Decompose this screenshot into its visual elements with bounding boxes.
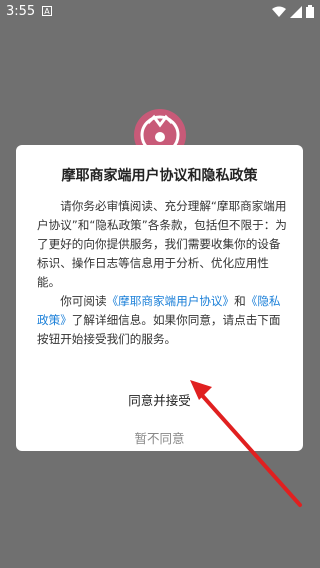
dialog-body: 请你务必审慎阅读、充分理解“摩耶商家端用户协议”和“隐私政策”各条款，包括但不限… [37,197,287,349]
user-agreement-link[interactable]: 《摩耶商家端用户协议》 [107,294,235,308]
a-icon: A [42,6,52,16]
status-bar: 3:55 A [0,0,320,24]
para2-and: 和 [234,294,246,308]
para2-prefix: 你可阅读 [60,294,107,308]
dialog-paragraph-1: 请你务必审慎阅读、充分理解“摩耶商家端用户协议”和“隐私政策”各条款，包括但不限… [37,199,287,289]
dialog-paragraph-2: 你可阅读《摩耶商家端用户协议》和《隐私政策》了解详细信息。如果你同意，请点击下面… [37,292,287,349]
para2-suffix: 了解详细信息。如果你同意，请点击下面按钮开始接受我们的服务。 [37,313,281,346]
wifi-icon [272,6,286,17]
privacy-dialog: 摩耶商家端用户协议和隐私政策 请你务必审慎阅读、充分理解“摩耶商家端用户协议”和… [16,145,303,451]
status-time: 3:55 [6,4,36,19]
battery-icon [306,5,314,18]
dialog-title: 摩耶商家端用户协议和隐私政策 [61,168,258,184]
decline-button[interactable]: 暂不同意 [16,428,303,447]
agree-button[interactable]: 同意并接受 [16,390,303,409]
screen: 3:55 A 摩耶商家端用户协议和隐私政策 请你务必审慎阅读、充分理解“摩耶商家… [0,0,320,568]
status-icons [272,5,314,18]
signal-icon [290,5,302,18]
